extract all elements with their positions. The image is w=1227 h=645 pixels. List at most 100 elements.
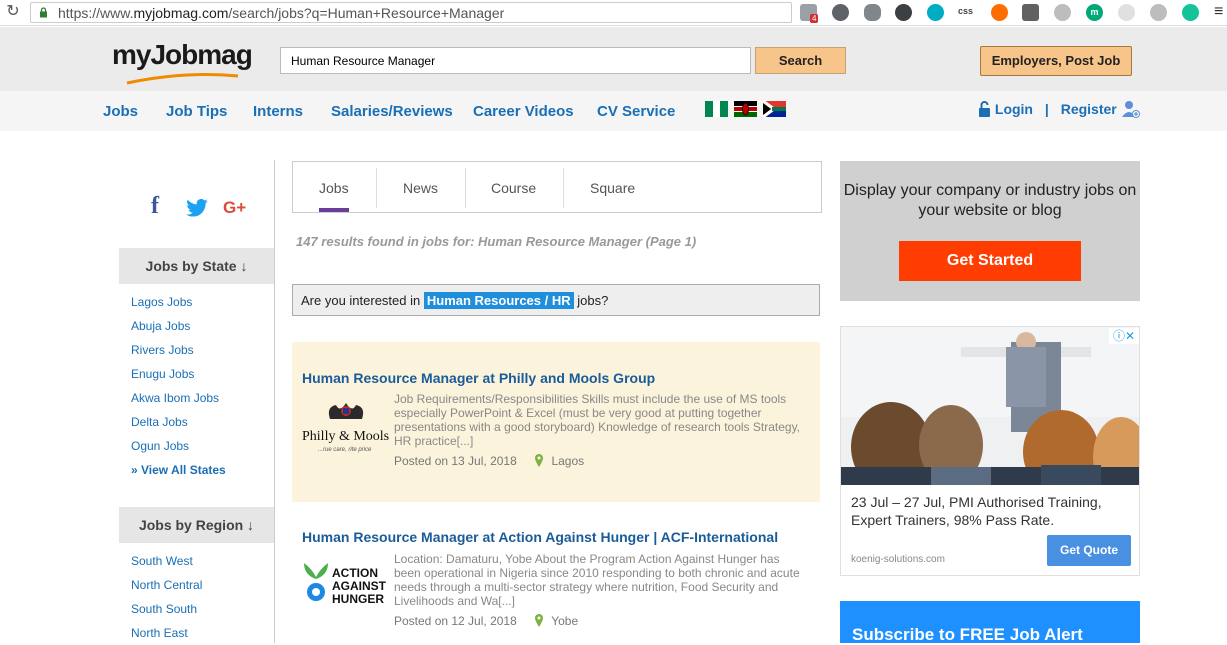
nav-item-salaries-reviews[interactable]: Salaries/Reviews	[331, 103, 453, 120]
auth-links: Login | Register	[978, 100, 1141, 118]
url-text: https://www.myjobmag.com/search/jobs?q=H…	[58, 5, 505, 21]
state-link[interactable]: Enugu Jobs	[131, 367, 194, 381]
ad-domain[interactable]: koenig-solutions.com	[851, 554, 945, 565]
job-card: Human Resource Manager at Philly and Moo…	[292, 342, 820, 502]
crest-icon	[328, 403, 364, 419]
kenya-flag-icon[interactable]	[734, 101, 757, 117]
sidebar-divider	[274, 160, 275, 643]
extension-bag-icon[interactable]	[1022, 4, 1039, 21]
register-link[interactable]: Register	[1061, 101, 1117, 117]
jobs-by-state-heading[interactable]: Jobs by State ↓	[119, 248, 274, 284]
ad-close-icon[interactable]: ⓘ✕	[1109, 328, 1139, 344]
tab-divider	[563, 168, 564, 208]
extension-css-icon[interactable]: css	[958, 6, 973, 16]
promo-text: Display your company or industry jobs on…	[843, 182, 1137, 219]
extension-cloud-icon[interactable]	[864, 4, 881, 21]
job-title-link[interactable]: Human Resource Manager at Action Against…	[302, 529, 778, 545]
state-link[interactable]: Abuja Jobs	[131, 319, 190, 333]
state-link[interactable]: Ogun Jobs	[131, 439, 189, 453]
lock-icon	[978, 101, 991, 117]
extension-circle-icon[interactable]	[832, 4, 849, 21]
company-logo-tagline: ...rue care, rite price	[318, 447, 372, 453]
south-africa-flag-icon[interactable]	[763, 101, 786, 117]
company-logo-text: Philly & Mools	[302, 429, 390, 444]
company-logo[interactable]: ACTION AGAINST HUNGER	[302, 557, 390, 609]
facebook-icon[interactable]: f	[151, 193, 159, 220]
ad-classroom-image[interactable]	[841, 327, 1139, 485]
results-count: 147 results found in jobs for: Human Res…	[296, 234, 697, 249]
view-all-states-link[interactable]: » View All States	[131, 463, 226, 477]
menu-stack-icon[interactable]: ≡	[1214, 3, 1223, 21]
posted-date: Posted on 13 Jul, 2018	[394, 454, 517, 468]
lock-icon	[40, 7, 47, 18]
browser-toolbar: ↻ https://www.myjobmag.com/search/jobs?q…	[0, 0, 1227, 26]
extension-spiral-icon[interactable]	[895, 4, 912, 21]
get-started-button[interactable]: Get Started	[899, 241, 1081, 281]
tab-square[interactable]: Square	[590, 180, 635, 196]
job-description: Location: Damaturu, Yobe About the Progr…	[394, 552, 800, 608]
extension-leaf-icon[interactable]	[1118, 4, 1135, 21]
state-link[interactable]: Lagos Jobs	[131, 295, 192, 309]
action-against-hunger-icon	[304, 563, 328, 601]
search-input[interactable]	[280, 47, 751, 74]
interest-category-link[interactable]: Human Resources / HR	[423, 292, 574, 309]
site-header: myJobmag Search Employers, Post Job	[0, 27, 1227, 91]
jobs-by-region-heading[interactable]: Jobs by Region ↓	[119, 507, 274, 543]
advertisement[interactable]: ⓘ✕ 23 Jul – 27 Jul, PMI Authorised Train…	[840, 326, 1140, 576]
extension-shield-icon[interactable]	[1150, 4, 1167, 21]
region-link[interactable]: North Central	[131, 578, 202, 592]
region-link[interactable]: North East	[131, 626, 188, 640]
job-description: Job Requirements/Responsibilities Skills…	[394, 392, 801, 448]
ad-text[interactable]: 23 Jul – 27 Jul, PMI Authorised Training…	[851, 493, 1136, 529]
extension-gear-icon[interactable]	[927, 4, 944, 21]
location-pin-icon	[535, 454, 544, 467]
auth-separator: |	[1044, 101, 1049, 117]
address-bar[interactable]: https://www.myjobmag.com/search/jobs?q=H…	[30, 2, 814, 23]
posted-date: Posted on 12 Jul, 2018	[394, 614, 517, 628]
tab-divider	[376, 168, 377, 208]
twitter-icon[interactable]	[186, 199, 208, 217]
job-alert-title: Subscribe to FREE Job Alert	[852, 625, 1083, 644]
nav-item-job-tips[interactable]: Job Tips	[166, 103, 227, 120]
extension-orange-icon[interactable]	[991, 4, 1008, 21]
user-add-icon	[1121, 100, 1141, 118]
search-button[interactable]: Search	[755, 47, 846, 74]
login-link[interactable]: Login	[995, 101, 1033, 117]
get-quote-button[interactable]: Get Quote	[1047, 535, 1131, 566]
job-alert-banner[interactable]: Subscribe to FREE Job Alert	[840, 601, 1140, 644]
extension-badge: 4	[810, 14, 819, 23]
job-title-link[interactable]: Human Resource Manager at Philly and Moo…	[302, 370, 655, 386]
job-location[interactable]: Lagos	[551, 454, 584, 468]
employers-post-job-button[interactable]: Employers, Post Job	[980, 46, 1132, 76]
job-meta: Posted on 13 Jul, 2018 Lagos	[394, 454, 584, 468]
company-logo[interactable]: Philly & Mools ...rue care, rite price	[300, 397, 390, 459]
nav-item-jobs[interactable]: Jobs	[103, 103, 138, 120]
interest-suffix: jobs?	[577, 293, 609, 308]
job-location[interactable]: Yobe	[551, 614, 578, 628]
grammarly-icon[interactable]	[1182, 4, 1199, 21]
google-plus-icon[interactable]: G+	[223, 198, 246, 218]
reload-icon[interactable]: ↻	[4, 3, 22, 21]
state-link[interactable]: Akwa Ibom Jobs	[131, 391, 219, 405]
tab-news[interactable]: News	[403, 180, 438, 196]
extension-dot-icon[interactable]	[1054, 4, 1071, 21]
interest-banner: Are you interested in Human Resources / …	[292, 284, 820, 316]
location-pin-icon	[535, 614, 544, 627]
employer-promo: Display your company or industry jobs on…	[840, 161, 1140, 301]
tab-course[interactable]: Course	[491, 180, 536, 196]
nav-item-interns[interactable]: Interns	[253, 103, 303, 120]
nigeria-flag-icon[interactable]	[705, 101, 728, 117]
active-tab-indicator	[319, 208, 349, 212]
job-card: Human Resource Manager at Action Against…	[292, 502, 820, 643]
extension-m-icon[interactable]: m	[1086, 4, 1103, 21]
state-link[interactable]: Rivers Jobs	[131, 343, 194, 357]
site-logo[interactable]: myJobmag	[112, 39, 253, 71]
region-link[interactable]: South West	[131, 554, 193, 568]
region-link[interactable]: South South	[131, 602, 197, 616]
company-logo-text: ACTION AGAINST HUNGER	[332, 566, 386, 606]
nav-item-career-videos[interactable]: Career Videos	[473, 103, 574, 120]
state-link[interactable]: Delta Jobs	[131, 415, 188, 429]
nav-item-cv-service[interactable]: CV Service	[597, 103, 675, 120]
job-meta: Posted on 12 Jul, 2018 Yobe	[394, 614, 578, 628]
tab-jobs[interactable]: Jobs	[319, 180, 349, 196]
